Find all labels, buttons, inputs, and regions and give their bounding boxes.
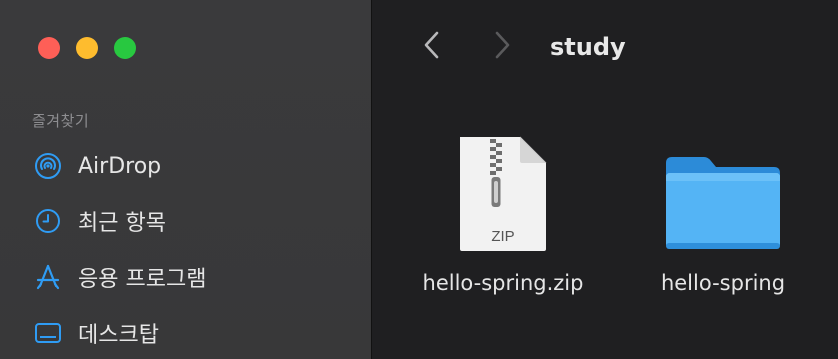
desktop-icon — [34, 319, 62, 347]
close-button[interactable] — [38, 37, 60, 59]
applications-icon — [34, 263, 62, 291]
toolbar: study — [372, 0, 838, 96]
finder-window: 즐겨찾기 AirDrop 최근 항목 응용 프로그램 데스크탑 study ZI… — [0, 0, 838, 359]
zip-file-icon: ZIP — [441, 125, 565, 253]
sidebar-item-recents[interactable]: 최근 항목 — [34, 204, 166, 238]
sidebar-item-desktop[interactable]: 데스크탑 — [34, 316, 159, 350]
content-area: study ZIP hello-spring.zip hello-spring — [372, 0, 838, 359]
sidebar: 즐겨찾기 AirDrop 최근 항목 응용 프로그램 데스크탑 — [0, 0, 372, 359]
chevron-right-icon — [492, 30, 512, 64]
forward-button[interactable] — [486, 30, 518, 64]
sidebar-section-favorites: 즐겨찾기 — [32, 112, 90, 130]
minimize-button[interactable] — [76, 37, 98, 59]
traffic-lights — [38, 37, 136, 59]
folder-icon — [661, 125, 785, 253]
file-item-folder[interactable]: hello-spring — [623, 125, 823, 295]
airdrop-icon — [34, 152, 62, 180]
sidebar-item-label: 최근 항목 — [78, 211, 166, 236]
sidebar-item-airdrop[interactable]: AirDrop — [34, 149, 161, 183]
file-name: hello-spring.zip — [422, 271, 584, 295]
sidebar-item-label: 데스크탑 — [78, 323, 159, 348]
zip-badge: ZIP — [491, 228, 514, 245]
file-item-zip[interactable]: ZIP hello-spring.zip — [403, 125, 603, 295]
zoom-button[interactable] — [114, 37, 136, 59]
sidebar-item-label: 응용 프로그램 — [78, 267, 207, 292]
back-button[interactable] — [416, 30, 448, 64]
chevron-left-icon — [422, 30, 442, 64]
sidebar-item-applications[interactable]: 응용 프로그램 — [34, 260, 206, 294]
window-title: study — [550, 33, 626, 61]
sidebar-item-label: AirDrop — [78, 153, 162, 179]
file-name: hello-spring — [660, 271, 786, 295]
clock-icon — [34, 207, 62, 235]
